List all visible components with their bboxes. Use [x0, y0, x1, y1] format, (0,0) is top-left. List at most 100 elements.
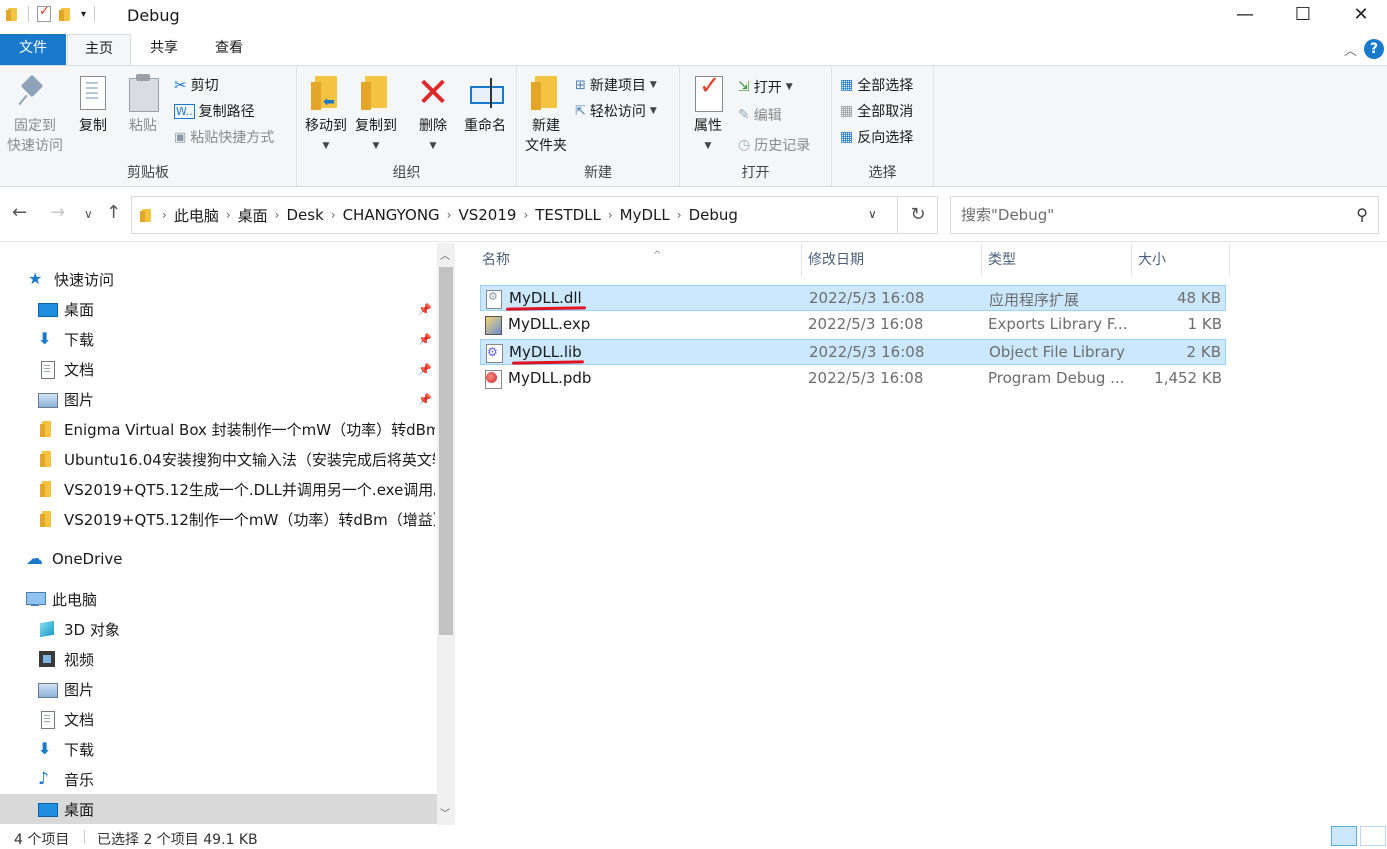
close-button[interactable]: ✕ — [1332, 0, 1387, 32]
copy-path-button[interactable]: W.. 复制路径 — [174, 100, 255, 122]
column-header-date[interactable]: 修改日期 — [802, 243, 982, 277]
scroll-up-icon[interactable]: ︿ — [440, 247, 450, 262]
sidebar-item-pictures[interactable]: 图片 — [38, 674, 94, 704]
edit-button[interactable]: ✎ 编辑 — [738, 104, 782, 126]
breadcrumb-item[interactable]: Desk — [279, 206, 330, 224]
sidebar-item-folder[interactable]: Enigma Virtual Box 封装制作一个mW（功率）转dBm — [38, 414, 435, 444]
button-label: 剪切 — [190, 78, 219, 94]
column-header-type[interactable]: 类型 — [982, 243, 1132, 277]
file-row[interactable]: MyDLL.pdb 2022/5/3 16:08 Program Debug .… — [480, 366, 1226, 392]
select-none-button[interactable]: ▦ 全部取消 — [840, 100, 913, 122]
history-button[interactable]: ◷ 历史记录 — [738, 134, 810, 156]
scrollbar-thumb[interactable] — [439, 267, 453, 635]
sidebar-item-this-pc[interactable]: 此电脑 — [26, 584, 97, 614]
sidebar-item-3d-objects[interactable]: 3D 对象 — [38, 614, 120, 644]
pin-to-quick-access-button[interactable]: 固定到 快速访问 — [4, 74, 66, 156]
breadcrumb-item[interactable]: Debug — [682, 206, 745, 224]
file-name[interactable]: MyDLL.dll — [509, 289, 789, 307]
sidebar-item-folder[interactable]: Ubuntu16.04安装搜狗中文输入法（安装完成后将英文输 — [38, 444, 435, 474]
column-header-name[interactable]: 名称 ^ — [476, 243, 802, 277]
file-row[interactable]: MyDLL.lib 2022/5/3 16:08 Object File Lib… — [480, 339, 1226, 365]
tab-view[interactable]: 查看 — [197, 34, 261, 65]
file-row[interactable]: MyDLL.exp 2022/5/3 16:08 Exports Library… — [480, 312, 1226, 338]
sidebar-item-downloads[interactable]: ⬇ 下载 — [38, 324, 434, 354]
file-row[interactable]: MyDLL.dll 2022/5/3 16:08 应用程序扩展 48 KB — [480, 285, 1226, 311]
minimize-button[interactable]: — — [1216, 0, 1274, 32]
breadcrumb-item[interactable]: 桌面 — [231, 205, 275, 226]
breadcrumb-item[interactable]: 此电脑 — [167, 205, 226, 226]
sidebar-item-documents[interactable]: 文档 — [38, 354, 434, 384]
open-group: 属性 ▼ ⇲ 打开 ▼ ✎ 编辑 ◷ 历史记录 打开 — [680, 66, 832, 186]
rename-button[interactable]: 重命名 — [457, 74, 513, 136]
new-item-button[interactable]: ⊞ 新建项目 ▼ — [575, 74, 657, 96]
tab-home[interactable]: 主页 — [67, 34, 131, 66]
desktop-icon — [38, 801, 58, 817]
cut-button[interactable]: ✂ 剪切 — [174, 74, 219, 96]
easy-access-button[interactable]: ⇱ 轻松访问 ▼ — [575, 100, 657, 122]
file-name[interactable]: MyDLL.exp — [508, 315, 788, 333]
sidebar-item-label: 下载 — [64, 740, 95, 759]
address-dropdown-icon[interactable]: ∨ — [868, 207, 877, 221]
breadcrumb-item[interactable]: TESTDLL — [528, 206, 608, 224]
forward-arrow-icon[interactable]: → — [50, 202, 65, 223]
refresh-icon[interactable]: ↻ — [899, 196, 938, 234]
sidebar-item-label: 3D 对象 — [64, 620, 120, 639]
navigation-scrollbar[interactable]: ︿ ﹀ — [437, 243, 455, 825]
details-view-icon[interactable] — [1331, 826, 1357, 846]
move-to-button[interactable]: ⬅ 移动到 ▼ — [301, 74, 351, 156]
document-icon — [38, 361, 56, 379]
back-arrow-icon[interactable]: ← — [12, 202, 27, 223]
selection-info: 已选择 2 个项目 49.1 KB — [97, 832, 258, 848]
new-folder-button[interactable]: 新建 文件夹 — [519, 74, 573, 156]
select-all-icon: ▦ — [840, 77, 854, 93]
select-all-button[interactable]: ▦ 全部选择 — [840, 74, 913, 96]
file-size: 2 KB — [1186, 343, 1221, 361]
copy-to-button[interactable]: 复制到 ▼ — [351, 74, 401, 156]
sidebar-item-videos[interactable]: 视频 — [38, 644, 94, 674]
tab-share[interactable]: 共享 — [131, 34, 197, 65]
button-label: 文件夹 — [525, 138, 567, 154]
open-icon: ⇲ — [738, 79, 750, 95]
help-icon[interactable]: ? — [1364, 39, 1384, 59]
search-icon[interactable]: ⚲ — [1356, 197, 1368, 233]
scroll-down-icon[interactable]: ﹀ — [440, 805, 450, 820]
customize-toolbar-icon[interactable]: ▾ — [81, 9, 86, 20]
address-bar[interactable]: › 此电脑 › 桌面 › Desk › CHANGYONG › VS2019 ›… — [131, 196, 898, 234]
properties-button[interactable]: 属性 ▼ — [686, 74, 730, 156]
sidebar-item-folder[interactable]: VS2019+QT5.12生成一个.DLL并调用另一个.exe调用。 — [38, 474, 435, 504]
sidebar-item-quick-access[interactable]: ★ 快速访问 — [28, 264, 114, 294]
sidebar-item-desktop[interactable]: 桌面 — [0, 794, 437, 824]
sidebar-item-documents[interactable]: 文档 — [38, 704, 94, 734]
maximize-button[interactable]: ☐ — [1274, 0, 1332, 32]
new-folder-icon[interactable] — [59, 6, 73, 22]
file-name[interactable]: MyDLL.pdb — [508, 369, 788, 387]
dll-file-icon — [485, 290, 502, 309]
delete-button[interactable]: ✕ 删除 ▼ — [409, 73, 457, 156]
open-button[interactable]: ⇲ 打开 ▼ — [738, 76, 793, 98]
sidebar-item-downloads[interactable]: ⬇ 下载 — [38, 734, 94, 764]
sidebar-item-desktop[interactable]: 桌面 — [38, 294, 434, 324]
sidebar-item-pictures[interactable]: 图片 — [38, 384, 434, 414]
file-name[interactable]: MyDLL.lib — [509, 343, 789, 361]
chevron-up-icon[interactable]: ︿ — [1344, 40, 1357, 59]
sidebar-item-folder[interactable]: VS2019+QT5.12制作一个mW（功率）转dBm（增益） — [38, 504, 435, 534]
tab-file[interactable]: 文件 — [0, 34, 66, 65]
paste-shortcut-button[interactable]: ▣ 粘贴快捷方式 — [174, 126, 274, 148]
breadcrumb-item[interactable]: VS2019 — [451, 206, 523, 224]
column-header-size[interactable]: 大小 — [1132, 243, 1230, 277]
breadcrumb-item[interactable]: CHANGYONG — [336, 206, 447, 224]
large-icons-view-icon[interactable] — [1360, 826, 1386, 846]
breadcrumb-item[interactable]: MyDLL — [613, 206, 677, 224]
recent-locations-icon[interactable]: ∨ — [84, 207, 93, 221]
paste-button[interactable]: 粘贴 — [120, 74, 166, 136]
folder-icon — [38, 451, 56, 467]
sidebar-item-music[interactable]: ♪ 音乐 — [38, 764, 94, 794]
properties-icon[interactable] — [37, 4, 51, 22]
search-input[interactable]: 搜索"Debug" ⚲ — [950, 196, 1379, 234]
file-date: 2022/5/3 16:08 — [809, 289, 925, 307]
group-label: 选择 — [868, 165, 897, 181]
sidebar-item-onedrive[interactable]: ☁ OneDrive — [26, 544, 123, 574]
invert-selection-button[interactable]: ▦ 反向选择 — [840, 126, 913, 148]
copy-button[interactable]: 复制 — [70, 74, 116, 136]
up-arrow-icon[interactable]: ↑ — [106, 202, 121, 223]
